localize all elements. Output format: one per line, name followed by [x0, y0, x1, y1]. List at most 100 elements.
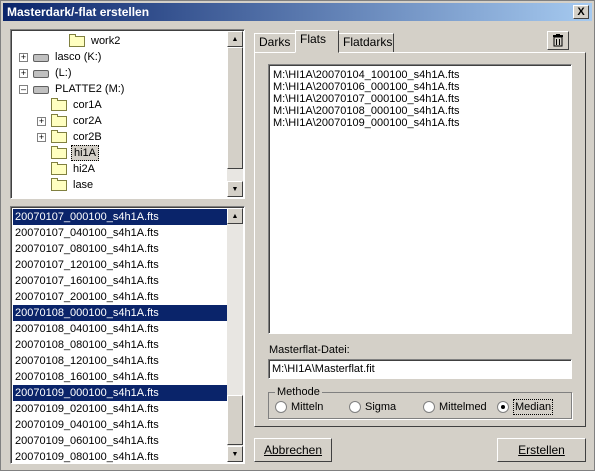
file-list-item[interactable]: 20070107_160100_s4h1A.fts: [13, 273, 228, 289]
folder-icon: [51, 130, 67, 143]
drive-icon: [33, 54, 49, 62]
tree-item[interactable]: lase: [13, 177, 228, 193]
close-icon: X: [577, 6, 585, 18]
tree-item-label: (L:): [55, 67, 72, 79]
radio-button-icon[interactable]: [423, 401, 435, 413]
collapse-icon[interactable]: –: [19, 85, 28, 94]
expand-icon[interactable]: +: [19, 69, 28, 78]
tree-item[interactable]: + cor2B: [13, 129, 228, 145]
file-list-item[interactable]: 20070107_200100_s4h1A.fts: [13, 289, 228, 305]
trash-icon: [553, 34, 563, 47]
tree-item[interactable]: + lasco (K:): [13, 49, 228, 65]
tree-item[interactable]: + cor2A: [13, 113, 228, 129]
scroll-down-button[interactable]: ▼: [227, 446, 243, 462]
expand-icon[interactable]: +: [19, 53, 28, 62]
folder-icon: [51, 114, 67, 127]
tree-item[interactable]: cor1A: [13, 97, 228, 113]
arrow-up-icon: ▲: [231, 35, 239, 43]
tab-flatdarks-label: Flatdarks: [343, 35, 393, 49]
expand-icon[interactable]: +: [37, 133, 46, 142]
masterflat-value: M:\HI1A\Masterflat.fit: [272, 363, 375, 375]
folder-tree-content: work2 + lasco (K:) + (L:) – PLATTE2 (M:) cor1A +…: [13, 32, 228, 196]
file-list-item[interactable]: 20070107_120100_s4h1A.fts: [13, 257, 228, 273]
flats-tab-panel: M:\HI1A\20070104_100100_s4h1A.fts M:\HI1A…: [254, 52, 586, 427]
create-button[interactable]: Erstellen: [497, 438, 586, 462]
tree-item-label: cor1A: [73, 99, 102, 111]
tree-item-label: PLATTE2 (M:): [55, 83, 125, 95]
delete-button[interactable]: [547, 31, 569, 50]
flats-list-content: M:\HI1A\20070104_100100_s4h1A.fts M:\HI1A…: [269, 65, 571, 333]
folder-icon: [51, 146, 67, 159]
tree-item[interactable]: hi2A: [13, 161, 228, 177]
close-button[interactable]: X: [573, 5, 589, 19]
tab-darks[interactable]: Darks: [254, 33, 296, 53]
file-list-item[interactable]: 20070107_080100_s4h1A.fts: [13, 241, 228, 257]
radio-label: Median: [513, 399, 554, 415]
masterflat-field[interactable]: M:\HI1A\Masterflat.fit: [268, 359, 572, 379]
cancel-button[interactable]: Abbrechen: [254, 438, 332, 462]
flats-list-item[interactable]: M:\HI1A\20070109_000100_s4h1A.fts: [273, 117, 460, 129]
folder-tree-scrollbar[interactable]: ▲ ▼: [227, 31, 243, 197]
file-list-item[interactable]: 20070108_120100_s4h1A.fts: [13, 353, 228, 369]
flats-list-item[interactable]: M:\HI1A\20070104_100100_s4h1A.fts: [273, 69, 460, 81]
file-list-item[interactable]: 20070108_000100_s4h1A.fts: [13, 305, 228, 321]
arrow-down-icon: ▼: [231, 185, 239, 193]
radio-button-icon[interactable]: [349, 401, 361, 413]
flats-list-item[interactable]: M:\HI1A\20070108_000100_s4h1A.fts: [273, 105, 460, 117]
method-groupbox: Methode Mitteln Sigma Mittelmed Median: [268, 386, 573, 419]
flats-list[interactable]: M:\HI1A\20070104_100100_s4h1A.fts M:\HI1A…: [268, 64, 572, 334]
folder-tree[interactable]: work2 + lasco (K:) + (L:) – PLATTE2 (M:) cor1A +…: [10, 29, 245, 199]
file-list-content: 20070107_000100_s4h1A.fts 20070107_040100…: [11, 207, 228, 463]
tab-darks-label: Darks: [259, 35, 291, 49]
title-bar[interactable]: Masterdark/-flat erstellen X: [3, 3, 592, 21]
tree-item-label: cor2B: [73, 131, 102, 143]
tree-item[interactable]: – PLATTE2 (M:): [13, 81, 228, 97]
file-list-item[interactable]: 20070108_080100_s4h1A.fts: [13, 337, 228, 353]
file-list-item[interactable]: 20070109_080100_s4h1A.fts: [13, 449, 228, 463]
radio-label: Sigma: [365, 401, 397, 413]
scroll-up-button[interactable]: ▲: [227, 208, 243, 224]
arrow-up-icon: ▲: [231, 212, 239, 220]
file-list[interactable]: 20070107_000100_s4h1A.fts 20070107_040100…: [10, 206, 245, 464]
expand-icon[interactable]: +: [37, 117, 46, 126]
file-list-item[interactable]: 20070107_040100_s4h1A.fts: [13, 225, 228, 241]
arrow-down-icon: ▼: [231, 450, 239, 458]
file-list-item[interactable]: 20070108_040100_s4h1A.fts: [13, 321, 228, 337]
file-list-item[interactable]: 20070109_020100_s4h1A.fts: [13, 401, 228, 417]
folder-icon: [51, 98, 67, 111]
file-list-item[interactable]: 20070107_000100_s4h1A.fts: [13, 209, 228, 225]
masterflat-label: Masterflat-Datei:: [269, 344, 350, 356]
tree-item[interactable]: hi1A: [13, 145, 228, 161]
tab-flats[interactable]: Flats: [295, 30, 339, 53]
tree-item-label: lase: [73, 179, 94, 191]
tree-item[interactable]: work2: [13, 33, 228, 49]
scroll-thumb[interactable]: [227, 47, 243, 169]
flats-list-item[interactable]: M:\HI1A\20070107_000100_s4h1A.fts: [273, 93, 460, 105]
method-options: Mitteln Sigma Mittelmed Median: [269, 399, 573, 415]
file-list-item[interactable]: 20070109_060100_s4h1A.fts: [13, 433, 228, 449]
tree-item[interactable]: + (L:): [13, 65, 228, 81]
flats-list-item[interactable]: M:\HI1A\20070106_000100_s4h1A.fts: [273, 81, 460, 93]
file-list-item[interactable]: 20070109_000100_s4h1A.fts: [13, 385, 228, 401]
tree-item-label: hi1A: [71, 145, 100, 161]
scroll-down-button[interactable]: ▼: [227, 181, 243, 197]
file-list-item[interactable]: 20070109_040100_s4h1A.fts: [13, 417, 228, 433]
method-label: Methode: [275, 386, 322, 398]
create-button-label: Erstellen: [518, 443, 565, 457]
cancel-button-label: Abbrechen: [263, 443, 323, 457]
drive-icon: [33, 86, 49, 94]
tree-item-label: work2: [91, 35, 121, 47]
tab-flatdarks[interactable]: Flatdarks: [338, 33, 394, 53]
file-list-item[interactable]: 20070108_160100_s4h1A.fts: [13, 369, 228, 385]
scroll-thumb[interactable]: [227, 395, 243, 445]
folder-icon: [51, 162, 67, 175]
drive-icon: [33, 70, 49, 78]
tree-item-label: cor2A: [73, 115, 102, 127]
radio-button-icon[interactable]: [275, 401, 287, 413]
file-list-scrollbar[interactable]: ▲ ▼: [227, 208, 243, 462]
tree-item-label: hi2A: [73, 163, 96, 175]
radio-button-icon[interactable]: [497, 401, 509, 413]
tree-item-label: lasco (K:): [55, 51, 102, 63]
scroll-up-button[interactable]: ▲: [227, 31, 243, 47]
radio-label: Mittelmed: [439, 401, 487, 413]
